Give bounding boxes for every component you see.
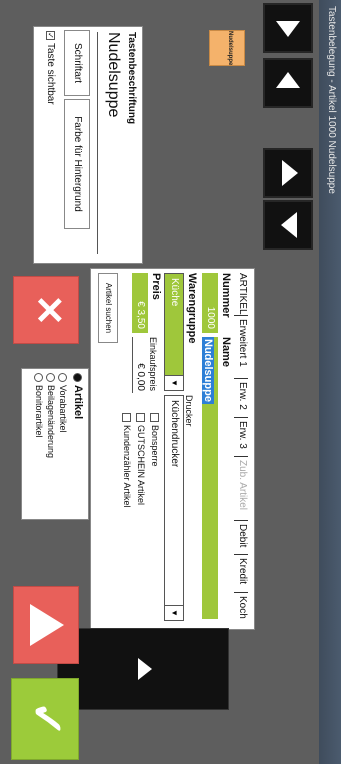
artikel-suchen-button[interactable]: Artikel suchen	[98, 273, 118, 343]
drucker-select[interactable]: Küchendrucker ▼	[164, 395, 184, 621]
checkbox-checked-icon: ✓	[46, 31, 56, 40]
checkbox-icon	[135, 413, 145, 422]
tab-erweitert-1[interactable]: Erweitert 1	[237, 319, 248, 367]
tab-artikel[interactable]: ARTIKEL	[237, 273, 248, 315]
chevron-down-icon: ▼	[165, 375, 183, 390]
kundenzaehler-label: Kundenzähler Artikel	[122, 425, 132, 508]
beschriftung-text-input[interactable]: Nudelsuppe	[97, 32, 122, 254]
key-preview-label: Nudelsuppe	[227, 31, 233, 66]
checkmark-icon: ✓	[22, 700, 71, 738]
nummer-label: Nummer	[220, 273, 232, 318]
taste-sichtbar-checkbox[interactable]: ✓ Taste sichtbar	[45, 31, 56, 105]
tab-zub-artikel: Zub. Artikel	[237, 460, 248, 511]
window-titlebar: Tastenbelegung - Artikel 1000 Nudelsuppe	[319, 0, 341, 764]
tab-erw-3[interactable]: Erw. 3	[237, 421, 248, 449]
cancel-button[interactable]: ✕	[13, 276, 79, 344]
warengruppe-select[interactable]: Küche ▼	[164, 273, 184, 391]
bonsperre-checkbox[interactable]: Bonsperre	[149, 413, 160, 467]
drucker-select-value: Küchendrucker	[169, 400, 180, 468]
taste-sichtbar-label: Taste sichtbar	[45, 43, 56, 105]
tab-erw-2[interactable]: Erw. 2	[237, 382, 248, 410]
nav-down-button[interactable]	[263, 200, 313, 250]
arrow-down-icon	[281, 212, 297, 238]
artikel-panel: ARTIKEL Erweitert 1 Erw. 2 Erw. 3 Zub. A…	[90, 268, 255, 630]
key-preview[interactable]: Nudelsuppe	[209, 30, 245, 66]
nav-right-button[interactable]	[263, 3, 313, 53]
chevron-down-icon: ▼	[165, 605, 183, 620]
photo-frame: Tastenbelegung - Artikel 1000 Nudelsuppe…	[0, 0, 341, 764]
radio-artikel-label: Artikel	[72, 385, 84, 420]
radio-bonitorartikel[interactable]: Bonitorartikel	[33, 373, 44, 438]
einkaufspreis-input[interactable]: € 0,00	[132, 337, 148, 393]
bonsperre-label: Bonsperre	[150, 425, 160, 467]
radio-beilagenaenderung-label: Beilagenänderung	[46, 385, 56, 459]
preis-label: Preis	[150, 273, 162, 300]
beschriftung-panel: Tastenbeschriftung Nudelsuppe Schriftart…	[33, 26, 143, 264]
nummer-input[interactable]: 1000	[202, 273, 218, 333]
screen: Tastenbelegung - Artikel 1000 Nudelsuppe…	[0, 0, 341, 764]
tab-koch[interactable]: Koch	[237, 596, 248, 619]
tab-debit[interactable]: Debit	[237, 524, 248, 547]
radio-artikel[interactable]: Artikel	[72, 373, 84, 419]
gutschein-checkbox[interactable]: GUTSCHEIN Artikel	[135, 413, 146, 506]
radio-bonitorartikel-label: Bonitorartikel	[34, 385, 44, 438]
nav-up-button[interactable]	[263, 148, 313, 198]
preis-input[interactable]: € 3,50	[132, 273, 148, 333]
radio-checked-icon	[73, 373, 83, 382]
radio-icon	[45, 373, 55, 382]
gutschein-label: GUTSCHEIN Artikel	[136, 425, 146, 506]
arrow-left-icon	[276, 72, 300, 88]
confirm-button[interactable]: ✓	[11, 678, 79, 760]
window-title: Tastenbelegung - Artikel 1000 Nudelsuppe	[326, 6, 337, 194]
close-icon: ✕	[27, 294, 69, 326]
arrow-up-icon	[282, 160, 298, 186]
arrow-right-icon	[276, 21, 300, 37]
beschriftung-heading: Tastenbeschriftung	[126, 32, 137, 125]
checkbox-icon	[149, 413, 159, 422]
nav-left-button[interactable]	[263, 58, 313, 108]
drucker-label: Drucker	[184, 395, 194, 427]
arrow-up-icon	[30, 604, 64, 646]
name-label: Name	[220, 337, 232, 367]
checkbox-icon	[121, 413, 131, 422]
schriftart-button[interactable]: Schriftart	[64, 30, 90, 96]
warengruppe-label: Warengruppe	[186, 273, 198, 344]
radio-beilagenaenderung[interactable]: Beilagenänderung	[45, 373, 56, 459]
tab-kredit[interactable]: Kredit	[237, 558, 248, 584]
typ-radio-group: Artikel Vorabartikel Beilagenänderung Bo…	[21, 368, 89, 520]
radio-vorabartikel-label: Vorabartikel	[58, 385, 68, 433]
move-up-button[interactable]	[13, 586, 79, 664]
einkaufspreis-label: Einkaufspreis	[148, 337, 158, 392]
radio-icon	[57, 373, 67, 382]
radio-icon	[33, 373, 43, 382]
scroll-up-button[interactable]	[57, 628, 229, 710]
kundenzaehler-checkbox[interactable]: Kundenzähler Artikel	[121, 413, 132, 508]
name-input-text: Nudelsuppe	[202, 337, 214, 404]
name-input[interactable]: Nudelsuppe	[202, 337, 218, 619]
warengruppe-select-value: Küche	[169, 278, 180, 307]
arrow-up-icon	[138, 658, 152, 680]
farbe-hintergrund-button[interactable]: Farbe für Hintergrund	[64, 99, 90, 229]
radio-vorabartikel[interactable]: Vorabartikel	[57, 373, 68, 433]
